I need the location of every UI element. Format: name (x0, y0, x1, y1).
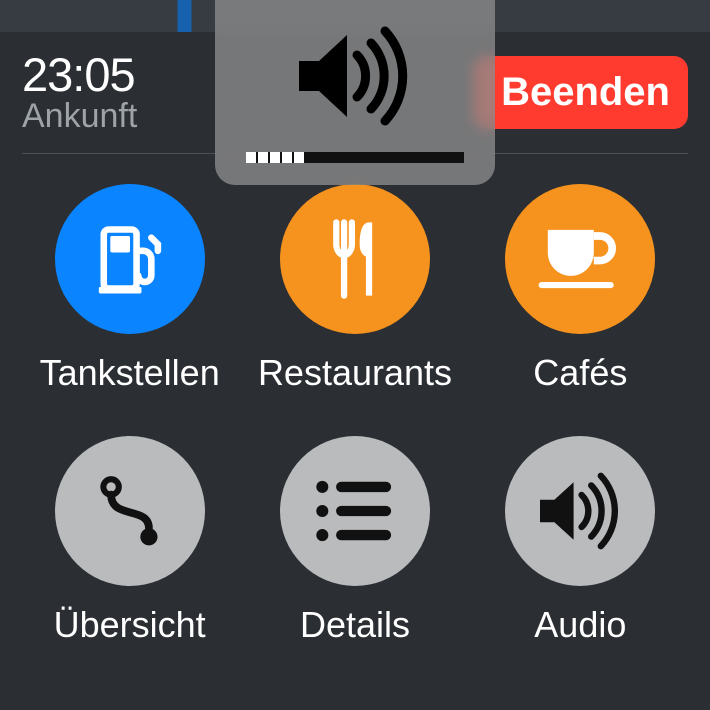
arrival-time: 23:05 (22, 50, 137, 99)
list-icon (280, 436, 430, 586)
speaker-icon (505, 436, 655, 586)
action-label: Übersicht (54, 604, 206, 646)
category-label: Tankstellen (40, 352, 220, 394)
category-cafes[interactable]: Cafés (473, 184, 688, 394)
route-overview-icon (55, 436, 205, 586)
options-grid: Tankstellen Restaurants Cafés (0, 154, 710, 656)
gas-pump-icon (55, 184, 205, 334)
category-label: Restaurants (258, 352, 452, 394)
volume-icon (285, 0, 425, 152)
category-restaurants[interactable]: Restaurants (247, 184, 462, 394)
fork-knife-icon (280, 184, 430, 334)
arrival-block: 23:05 Ankunft (22, 50, 137, 135)
category-label: Cafés (533, 352, 627, 394)
arrival-label: Ankunft (22, 99, 137, 135)
category-gas-stations[interactable]: Tankstellen (22, 184, 237, 394)
coffee-cup-icon (505, 184, 655, 334)
action-label: Details (300, 604, 410, 646)
volume-hud (215, 0, 495, 185)
action-label: Audio (534, 604, 626, 646)
action-details[interactable]: Details (247, 436, 462, 646)
volume-bar (246, 152, 464, 163)
action-overview[interactable]: Übersicht (22, 436, 237, 646)
end-navigation-button[interactable]: Beenden (473, 56, 688, 129)
action-audio[interactable]: Audio (473, 436, 688, 646)
